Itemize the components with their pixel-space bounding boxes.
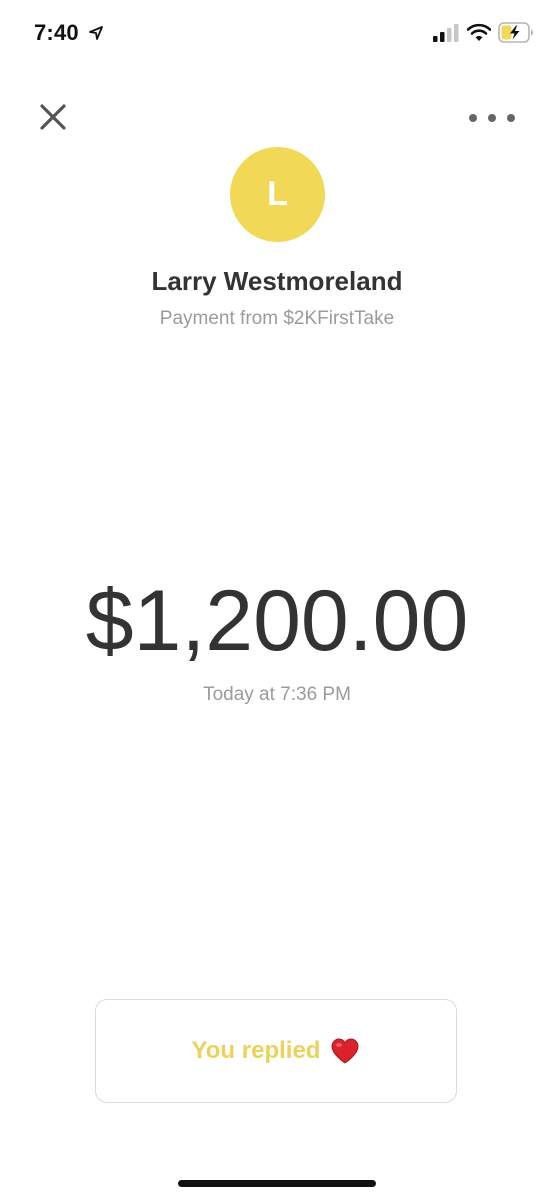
wifi-icon [467,23,491,41]
avatar-initial: L [267,175,288,213]
location-arrow-icon [89,26,103,40]
home-indicator[interactable] [178,1180,376,1187]
payment-amount: $1,200.00 [85,573,469,669]
close-button[interactable] [37,101,69,133]
close-icon [40,104,66,130]
sender-name: Larry Westmoreland [151,266,403,296]
more-horizontal-icon [469,114,515,122]
reply-label: You replied [191,1037,321,1064]
more-options-button[interactable] [466,108,518,128]
payment-subtitle: Payment from $2KFirstTake [159,308,395,329]
payment-timestamp: Today at 7:36 PM [203,684,351,705]
status-bar: 7:40 [0,0,554,70]
red-heart-icon [331,1038,359,1064]
status-time: 7:40 [34,20,79,45]
cellular-signal-icon [433,24,459,42]
avatar: L [230,147,325,242]
reply-card[interactable]: You replied [95,999,457,1103]
battery-charging-icon [498,22,533,43]
